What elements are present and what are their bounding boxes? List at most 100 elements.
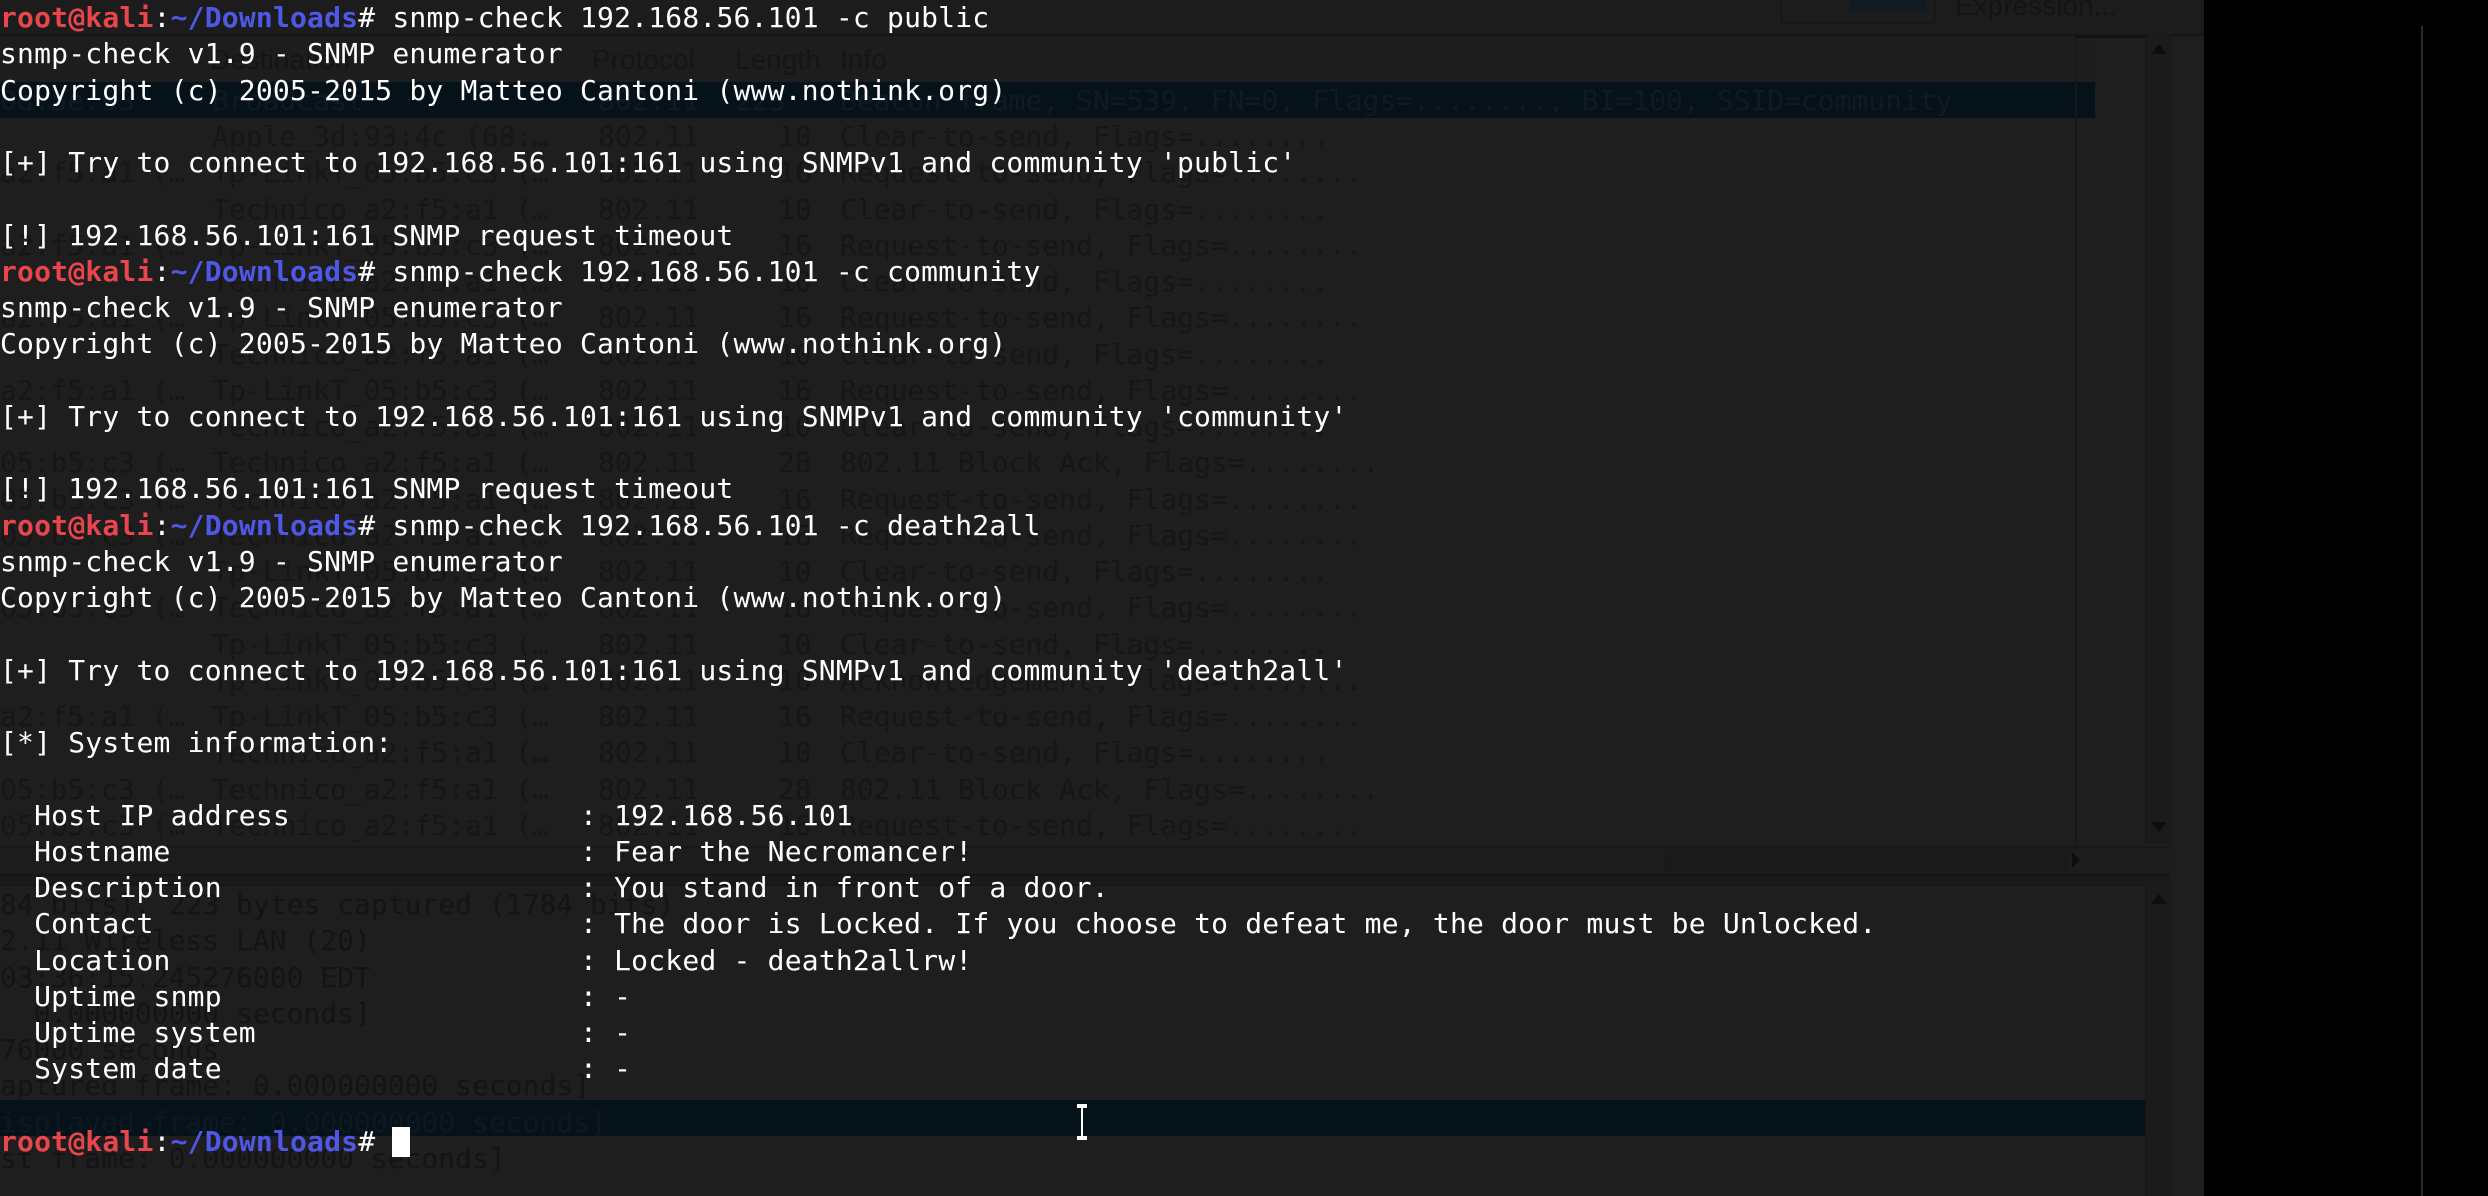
output-line: snmp-check v1.9 - SNMP enumerator	[0, 544, 563, 580]
output-line: snmp-check v1.9 - SNMP enumerator	[0, 290, 563, 326]
output-text: Copyright (c) 2005-2015 by Matteo Canton…	[0, 73, 1007, 107]
system-info-separator: :	[580, 1052, 615, 1086]
horizontal-scroll-thumb[interactable]	[1665, 850, 2067, 872]
terminal-window[interactable]: Expression... Destination Protocol Lengt…	[0, 0, 2204, 1196]
system-info-row: Hostname: Fear the Necromancer!	[0, 834, 972, 870]
scroll-up-arrow-icon[interactable]	[2151, 44, 2167, 54]
output-line: Copyright (c) 2005-2015 by Matteo Canton…	[0, 580, 1006, 616]
prompt-user-host: root@kali	[0, 508, 154, 542]
packet-list-minimap	[2075, 36, 2145, 846]
column-header-length[interactable]: Length	[735, 44, 821, 76]
packet-len-cell: 10	[778, 736, 812, 770]
terminal-cursor	[392, 1126, 411, 1157]
system-info-value: Locked - death2allrw!	[614, 943, 973, 977]
command-text: snmp-check 192.168.56.101 -c public	[392, 1, 990, 34]
output-text: [+] Try to connect to 192.168.56.101:161…	[0, 399, 1348, 433]
packet-len-cell: 28	[778, 446, 812, 480]
system-info-label: Uptime snmp	[0, 979, 222, 1013]
output-text: [+] Try to connect to 192.168.56.101:161…	[0, 653, 1348, 687]
prompt-line: root@kali:~/Downloads# snmp-check 192.16…	[0, 508, 1041, 544]
system-info-label: Description	[0, 871, 222, 904]
expression-button[interactable]: Expression...	[1955, 0, 2117, 22]
output-text: [!] 192.168.56.101:161 SNMP request time…	[0, 218, 734, 252]
packet-info-cell: Clear-to-send, Flags=........	[840, 736, 1329, 770]
prompt-symbol: #	[358, 254, 393, 288]
prompt-user-host: root@kali	[0, 1, 154, 34]
prompt-user-host: root@kali	[0, 254, 154, 288]
system-info-row: Contact: The door is Locked. If you choo…	[0, 906, 1876, 942]
scroll-right-arrow-icon[interactable]	[2072, 852, 2080, 868]
command-text: snmp-check 192.168.56.101 -c community	[392, 254, 1041, 288]
prompt-line: root@kali:~/Downloads# snmp-check 192.16…	[0, 0, 989, 36]
output-line: [*] System information:	[0, 725, 392, 761]
output-text: [+] Try to connect to 192.168.56.101:161…	[0, 146, 1297, 179]
output-text: snmp-check v1.9 - SNMP enumerator	[0, 291, 563, 324]
prompt-symbol: #	[358, 1124, 393, 1158]
scroll-down-arrow-icon[interactable]	[2151, 822, 2167, 832]
system-info-label: Contact	[0, 907, 154, 941]
prompt-path: ~/Downloads	[170, 254, 359, 288]
output-line: [+] Try to connect to 192.168.56.101:161…	[0, 653, 1348, 689]
system-info-value: 192.168.56.101	[614, 798, 853, 832]
prompt-line: root@kali:~/Downloads# snmp-check 192.16…	[0, 254, 1041, 290]
system-info-separator: :	[580, 943, 615, 977]
text-cursor-ibeam-icon	[1077, 1104, 1087, 1140]
system-info-label: Location	[0, 943, 171, 977]
packet-len-cell: 10	[778, 192, 812, 226]
system-info-separator: :	[580, 871, 615, 904]
system-info-separator: :	[580, 798, 615, 832]
prompt-symbol: #	[358, 508, 393, 542]
prompt-line: root@kali:~/Downloads#	[0, 1124, 411, 1160]
output-line: Copyright (c) 2005-2015 by Matteo Canton…	[0, 73, 1006, 109]
system-info-value: -	[614, 1016, 632, 1049]
output-text: Copyright (c) 2005-2015 by Matteo Canton…	[0, 327, 1007, 361]
filter-apply-button[interactable]	[1850, 0, 1926, 12]
prompt-symbol: #	[358, 1, 393, 34]
packet-len-cell: 16	[778, 700, 812, 733]
packet-list-vertical-scrollbar[interactable]	[2145, 34, 2172, 844]
selected-packet-info: Beacon frame, SN=539, FN=0, Flags=......…	[840, 84, 1953, 117]
window-edge-divider	[2421, 26, 2423, 1196]
packet-proto-cell: 802.11	[598, 736, 700, 770]
output-line: Copyright (c) 2005-2015 by Matteo Canton…	[0, 326, 1006, 362]
scroll-up-arrow-icon[interactable]	[2151, 894, 2167, 904]
prompt-path: ~/Downloads	[170, 1124, 359, 1158]
output-text: snmp-check v1.9 - SNMP enumerator	[0, 37, 563, 71]
packet-info-cell: Clear-to-send, Flags=........	[840, 192, 1329, 226]
system-info-value: The door is Locked. If you choose to def…	[614, 907, 1877, 941]
prompt-path: ~/Downloads	[170, 1, 359, 34]
output-text: [*] System information:	[0, 726, 393, 759]
system-info-label: System date	[0, 1052, 222, 1086]
command-text: snmp-check 192.168.56.101 -c death2all	[392, 508, 1041, 542]
system-info-value: You stand in front of a door.	[614, 871, 1109, 904]
system-info-separator: :	[580, 907, 615, 941]
system-info-value: -	[614, 1052, 632, 1086]
system-info-row: Host IP address: 192.168.56.101	[0, 798, 853, 834]
output-line: [!] 192.168.56.101:161 SNMP request time…	[0, 218, 733, 254]
packet-details-vertical-scrollbar[interactable]	[2145, 884, 2172, 1196]
output-line: snmp-check v1.9 - SNMP enumerator	[0, 36, 563, 72]
system-info-separator: :	[580, 979, 615, 1013]
system-info-label: Host IP address	[0, 798, 290, 832]
prompt-separator: :	[153, 1124, 171, 1158]
system-info-label: Uptime system	[0, 1016, 256, 1049]
system-info-row: System date: -	[0, 1051, 631, 1087]
system-info-row: Uptime system: -	[0, 1015, 631, 1051]
column-header-protocol[interactable]: Protocol	[592, 44, 695, 76]
system-info-row: Uptime snmp: -	[0, 979, 631, 1015]
output-line: [+] Try to connect to 192.168.56.101:161…	[0, 399, 1348, 435]
system-info-row: Description: You stand in front of a doo…	[0, 870, 1109, 906]
system-info-value: Fear the Necromancer!	[614, 834, 973, 868]
desktop-background	[2204, 0, 2488, 1196]
output-line: [+] Try to connect to 192.168.56.101:161…	[0, 145, 1296, 181]
system-info-separator: :	[580, 834, 615, 868]
packet-info-cell: Request-to-send, Flags=........	[840, 700, 1363, 733]
packet-proto-cell: 802.11	[598, 700, 700, 733]
system-info-separator: :	[580, 1016, 615, 1049]
prompt-user-host: root@kali	[0, 1124, 154, 1158]
packet-info-cell: 802.11 Block Ack, Flags=........	[840, 772, 1380, 806]
system-info-value: -	[614, 979, 632, 1013]
prompt-path: ~/Downloads	[170, 508, 359, 542]
output-text: snmp-check v1.9 - SNMP enumerator	[0, 544, 563, 578]
column-header-info[interactable]: Info	[840, 44, 887, 76]
